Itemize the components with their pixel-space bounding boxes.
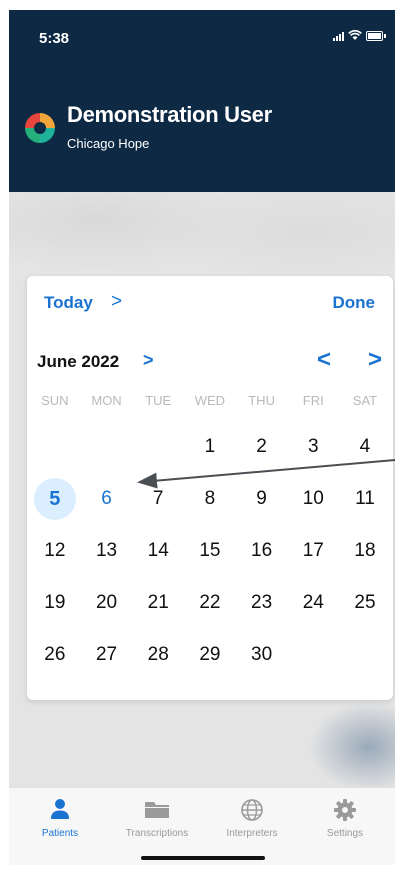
day-cell-selected[interactable]: 5 [29, 473, 81, 525]
day-cell[interactable]: 23 [236, 577, 288, 629]
app-header: 5:38 Demonstration User Chicago Hope [9, 10, 395, 192]
tab-label: Transcriptions [125, 828, 189, 839]
weekday-label: FRI [302, 393, 324, 408]
day-cell[interactable]: 4 [339, 421, 391, 473]
day-cell[interactable]: 12 [29, 525, 81, 577]
day-cell[interactable]: 9 [236, 473, 288, 525]
today-chevron-icon[interactable]: > [111, 291, 122, 313]
weekday-label: MON [91, 393, 122, 408]
today-button[interactable]: Today [44, 293, 93, 313]
day-cell-today[interactable]: 6 [81, 473, 133, 525]
person-icon [51, 799, 69, 819]
tab-label: Patients [41, 828, 79, 839]
organization-name: Chicago Hope [67, 136, 150, 151]
day-cell[interactable]: 22 [184, 577, 236, 629]
tab-interpreters[interactable]: Interpreters [204, 788, 300, 848]
day-cell[interactable]: 15 [184, 525, 236, 577]
day-cell[interactable]: 29 [184, 629, 236, 681]
day-cell[interactable]: 16 [236, 525, 288, 577]
user-name: Demonstration User [67, 102, 272, 127]
day-cell[interactable]: 19 [29, 577, 81, 629]
weekday-label: THU [248, 393, 275, 408]
tab-label: Settings [326, 828, 364, 839]
month-year-label[interactable]: June 2022 [37, 352, 119, 372]
date-picker-card: Today > Done June 2022 > < > SUN MON TUE… [27, 276, 393, 700]
day-cell[interactable]: 18 [339, 525, 391, 577]
day-cell[interactable]: 21 [132, 577, 184, 629]
month-expand-chevron-icon[interactable]: > [143, 350, 154, 371]
day-cell[interactable]: 30 [236, 629, 288, 681]
day-cell[interactable]: 24 [287, 577, 339, 629]
weekday-label: SUN [41, 393, 69, 408]
day-cell[interactable]: 14 [132, 525, 184, 577]
day-cell[interactable]: 11 [339, 473, 391, 525]
calendar-grid: 1 2 3 4 5 6 7 8 9 10 11 12 13 14 15 16 1… [29, 421, 391, 681]
tab-transcriptions[interactable]: Transcriptions [109, 788, 205, 848]
day-cell[interactable]: 3 [287, 421, 339, 473]
status-time: 5:38 [39, 30, 70, 47]
status-icons [333, 30, 386, 41]
signal-icon [333, 31, 344, 41]
app-logo-icon [25, 113, 55, 143]
done-button[interactable]: Done [333, 293, 376, 313]
day-cell[interactable]: 27 [81, 629, 133, 681]
day-cell[interactable]: 28 [132, 629, 184, 681]
day-cell[interactable]: 13 [81, 525, 133, 577]
day-cell[interactable]: 1 [184, 421, 236, 473]
folder-icon [145, 802, 169, 818]
weekday-header: SUN MON TUE WED THU FRI SAT [29, 393, 391, 408]
tab-settings[interactable]: Settings [297, 788, 393, 848]
day-cell[interactable]: 26 [29, 629, 81, 681]
day-cell[interactable]: 2 [236, 421, 288, 473]
weekday-label: SAT [352, 393, 378, 408]
day-cell[interactable]: 17 [287, 525, 339, 577]
day-cell[interactable]: 25 [339, 577, 391, 629]
next-month-button[interactable]: > [368, 346, 382, 374]
tab-bar: Patients Transcriptions Interpreters Set… [9, 787, 395, 865]
day-cell[interactable]: 7 [132, 473, 184, 525]
previous-month-button[interactable]: < [317, 346, 331, 374]
home-indicator [141, 856, 265, 860]
selected-day-label[interactable]: 5 [33, 478, 76, 520]
tab-label: Interpreters [226, 828, 278, 839]
day-cell[interactable]: 20 [81, 577, 133, 629]
day-cell[interactable]: 8 [184, 473, 236, 525]
globe-icon [241, 799, 263, 821]
day-cell[interactable]: 10 [287, 473, 339, 525]
battery-icon [366, 30, 386, 41]
wifi-icon [348, 30, 362, 40]
weekday-label: WED [194, 393, 226, 408]
tab-patients[interactable]: Patients [12, 788, 108, 848]
gear-icon [334, 799, 356, 821]
phone-screen: 5:38 Demonstration User Chicago Hope Tod… [9, 10, 395, 865]
weekday-label: TUE [145, 393, 172, 408]
